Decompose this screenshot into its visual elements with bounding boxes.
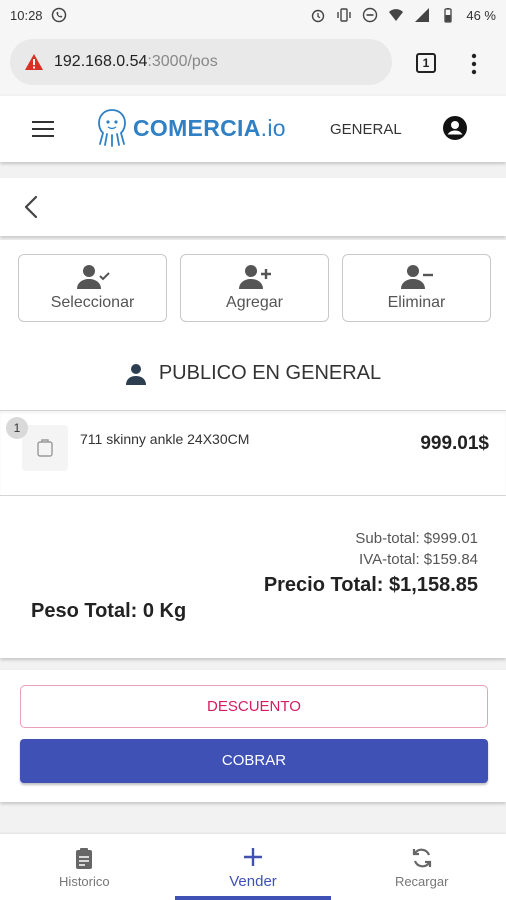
subtotal: Sub-total: $999.01 bbox=[355, 530, 478, 547]
nav-sell-label: Vender bbox=[229, 872, 277, 890]
battery-level: 46 % bbox=[466, 7, 496, 23]
select-client-button[interactable]: Seleccionar bbox=[18, 254, 167, 322]
product-thumbnail bbox=[22, 425, 68, 471]
clipboard-icon bbox=[76, 847, 93, 869]
product-price: 999.01$ bbox=[420, 433, 489, 454]
alarm-icon bbox=[312, 9, 325, 23]
nav-history[interactable]: Historico bbox=[0, 834, 169, 900]
address-bar[interactable]: 192.168.0.54:3000/pos bbox=[10, 39, 392, 85]
brand-name: COMERCIA bbox=[133, 114, 261, 141]
payment-actions: DESCUENTO COBRAR bbox=[0, 670, 506, 802]
tab-switcher-button[interactable]: 1 bbox=[416, 53, 436, 73]
product-image-icon bbox=[37, 439, 53, 457]
refresh-icon bbox=[412, 848, 431, 867]
app-header: COMERCIA.io GENERAL bbox=[0, 96, 506, 162]
total-weight: Peso Total: 0 Kg bbox=[31, 600, 187, 622]
whatsapp-icon bbox=[51, 7, 66, 23]
selected-client: PUBLICO EN GENERAL bbox=[0, 362, 506, 385]
quantity-badge: 1 bbox=[6, 417, 28, 439]
remove-client-button[interactable]: Eliminar bbox=[342, 254, 491, 322]
url-host: 192.168.0.54 bbox=[54, 53, 148, 70]
product-name: 711 skinny ankle 24X30CM bbox=[80, 431, 250, 447]
totals-summary: Sub-total: $999.01 IVA-total: $159.84 Pr… bbox=[264, 528, 478, 597]
iva-total: IVA-total: $159.84 bbox=[359, 551, 478, 568]
menu-icon[interactable] bbox=[32, 121, 54, 137]
bottom-navigation: Historico Vender Recargar bbox=[0, 834, 506, 900]
status-time: 10:28 bbox=[10, 7, 43, 23]
nav-recharge[interactable]: Recargar bbox=[337, 834, 506, 900]
client-actions: Seleccionar Agregar Eliminar bbox=[18, 254, 491, 322]
add-client-label: Agregar bbox=[226, 294, 283, 311]
account-icon[interactable] bbox=[442, 115, 468, 141]
discount-button[interactable]: DESCUENTO bbox=[20, 685, 488, 728]
url-path: :3000/pos bbox=[147, 53, 218, 70]
navigation-bar bbox=[0, 178, 506, 236]
browser-toolbar: 192.168.0.54:3000/pos 1 bbox=[0, 30, 506, 94]
client-name: PUBLICO EN GENERAL bbox=[158, 362, 382, 384]
sale-panel: Seleccionar Agregar Eliminar PUBLICO EN … bbox=[0, 240, 506, 658]
grand-total: Precio Total: $1,158.85 bbox=[263, 574, 478, 596]
warning-icon[interactable] bbox=[24, 53, 44, 71]
user-minus-icon bbox=[400, 265, 433, 289]
wifi-icon bbox=[389, 9, 404, 21]
brand-logo[interactable]: COMERCIA.io bbox=[95, 108, 286, 148]
nav-sell[interactable]: Vender bbox=[169, 834, 338, 900]
add-client-button[interactable]: Agregar bbox=[180, 254, 329, 322]
nav-history-label: Historico bbox=[59, 873, 110, 889]
nav-recharge-label: Recargar bbox=[394, 873, 449, 889]
remove-client-label: Eliminar bbox=[387, 294, 446, 311]
battery-icon bbox=[444, 8, 453, 23]
status-bar: 10:28 46 % bbox=[0, 0, 506, 30]
back-arrow-icon[interactable] bbox=[20, 194, 44, 220]
person-icon bbox=[125, 363, 146, 385]
octopus-logo-icon bbox=[98, 109, 126, 147]
plus-icon bbox=[244, 847, 262, 866]
cart-item[interactable]: 1 711 skinny ankle 24X30CM 999.01$ bbox=[0, 410, 506, 496]
vibrate-icon bbox=[337, 8, 352, 22]
signal-icon bbox=[415, 8, 430, 22]
charge-button[interactable]: COBRAR bbox=[20, 739, 488, 783]
brand-suffix: .io bbox=[260, 114, 286, 141]
select-client-label: Seleccionar bbox=[50, 294, 135, 311]
user-plus-icon bbox=[238, 265, 271, 289]
do-not-disturb-icon bbox=[363, 7, 378, 23]
user-check-icon bbox=[76, 265, 110, 289]
more-menu-icon[interactable] bbox=[464, 52, 484, 76]
store-selector[interactable]: GENERAL bbox=[330, 121, 402, 138]
